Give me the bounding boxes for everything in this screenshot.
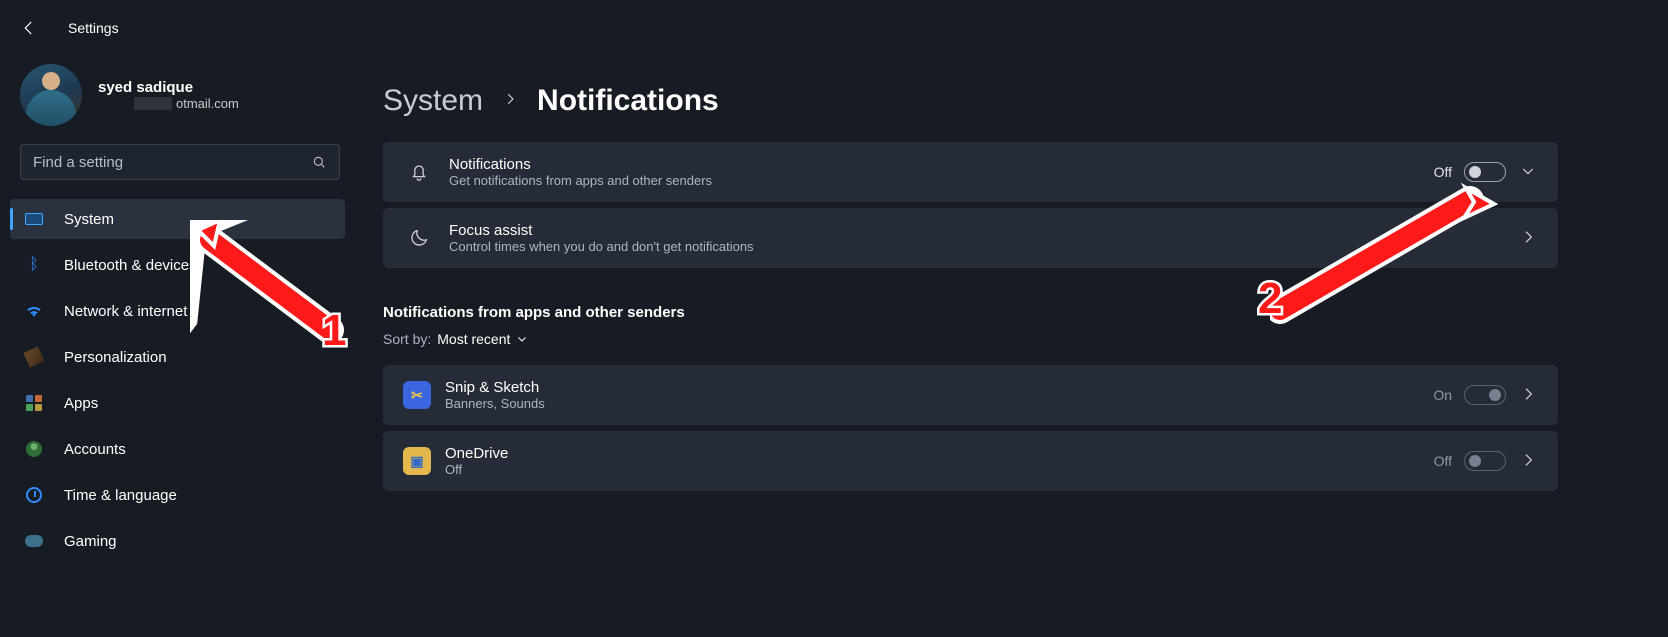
section-title: Notifications from apps and other sender… [383,274,1558,331]
chevron-down-icon[interactable] [1520,163,1538,181]
apps-icon [24,393,44,413]
onedrive-toggle[interactable] [1464,451,1506,471]
user-email: otmail.com [98,96,239,111]
sidebar-item-time[interactable]: Time & language [10,475,345,515]
sort-label: Sort by: [383,331,431,347]
sidebar-item-label: Bluetooth & devices [64,257,197,274]
toggle-state-label: On [1433,387,1452,403]
sidebar-item-label: Apps [64,395,98,412]
sidebar-item-personalization[interactable]: Personalization [10,337,345,377]
sidebar-item-label: Network & internet [64,303,187,320]
card-notifications[interactable]: Notifications Get notifications from app… [383,142,1558,202]
snip-sketch-icon: ✂ [403,381,431,409]
toggle-state-label: Off [1434,453,1452,469]
wifi-icon [24,301,44,321]
bell-icon [403,161,435,183]
avatar [20,64,82,126]
sidebar-item-gaming[interactable]: Gaming [10,521,345,561]
sidebar-item-label: Personalization [64,349,167,366]
app-title: Snip & Sketch [445,379,1433,396]
app-subtitle: Off [445,462,1434,477]
sidebar-item-label: Accounts [64,441,126,458]
card-title: Focus assist [449,222,1506,239]
sidebar-item-apps[interactable]: Apps [10,383,345,423]
paintbrush-icon [24,347,44,367]
sidebar-item-label: System [64,211,114,228]
account-icon [24,439,44,459]
sidebar-item-bluetooth[interactable]: ᛒ Bluetooth & devices [10,245,345,285]
app-row-onedrive[interactable]: ▣ OneDrive Off Off [383,431,1558,491]
app-row-snip-sketch[interactable]: ✂ Snip & Sketch Banners, Sounds On [383,365,1558,425]
card-title: Notifications [449,156,1434,173]
user-card[interactable]: syed sadique otmail.com [10,56,345,144]
chevron-right-icon[interactable] [1520,452,1538,470]
sidebar-item-system[interactable]: System [10,199,345,239]
window-title: Settings [68,20,119,36]
page-heading: Notifications [537,84,719,118]
back-button[interactable] [20,18,40,38]
system-icon [24,209,44,229]
search-input[interactable] [20,144,340,180]
card-subtitle: Control times when you do and don't get … [449,239,1506,254]
user-name: syed sadique [98,79,239,96]
notifications-toggle[interactable] [1464,162,1506,182]
sort-dropdown[interactable]: Most recent [437,331,528,347]
moon-icon [403,227,435,249]
breadcrumb: System Notifications [383,56,1558,142]
app-title: OneDrive [445,445,1434,462]
card-focus-assist[interactable]: Focus assist Control times when you do a… [383,208,1558,268]
sidebar-item-label: Time & language [64,487,177,504]
sidebar-item-network[interactable]: Network & internet [10,291,345,331]
search-icon [311,154,327,170]
annotation-2: 2 [1258,274,1282,324]
clock-icon [24,485,44,505]
app-subtitle: Banners, Sounds [445,396,1433,411]
onedrive-icon: ▣ [403,447,431,475]
chevron-right-icon [503,88,517,115]
chevron-right-icon[interactable] [1520,386,1538,404]
gamepad-icon [24,531,44,551]
sidebar-item-accounts[interactable]: Accounts [10,429,345,469]
sidebar-item-label: Gaming [64,533,117,550]
breadcrumb-system[interactable]: System [383,84,483,118]
annotation-1: 1 [322,306,346,356]
bluetooth-icon: ᛒ [24,255,44,275]
search-field[interactable] [33,154,311,171]
card-subtitle: Get notifications from apps and other se… [449,173,1434,188]
chevron-right-icon[interactable] [1520,229,1538,247]
snip-sketch-toggle[interactable] [1464,385,1506,405]
toggle-state-label: Off [1434,164,1452,180]
